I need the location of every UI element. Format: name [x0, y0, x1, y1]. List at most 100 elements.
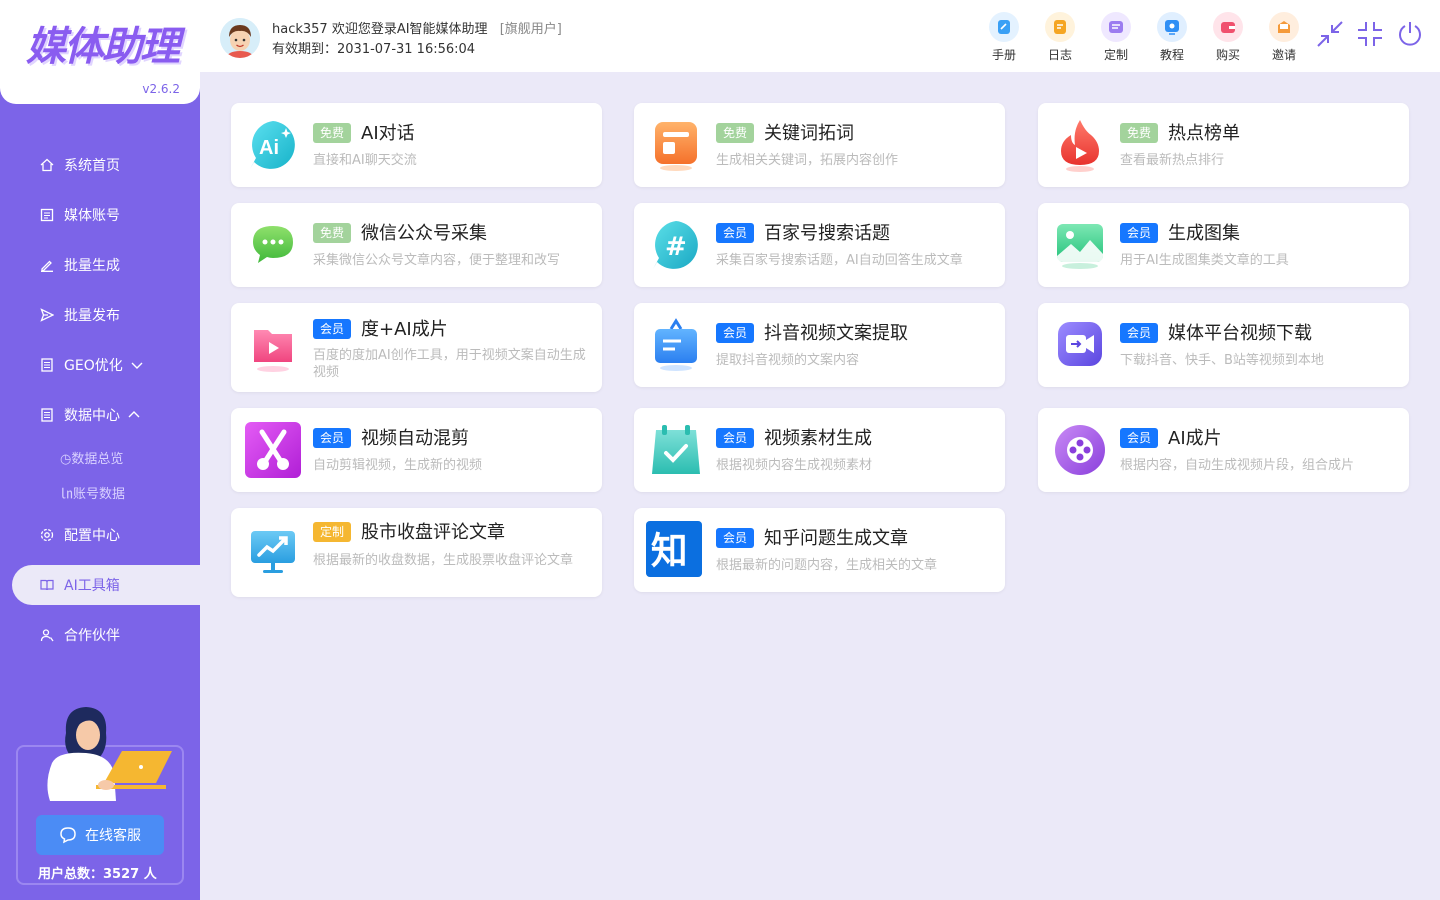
card-description: 采集微信公众号文章内容，便于整理和改写	[313, 253, 561, 268]
sidebar-item-label: 批量生成	[64, 258, 120, 274]
card-title: 热点榜单	[1168, 123, 1240, 144]
card-title: AI成片	[1168, 428, 1222, 449]
online-support-button[interactable]: 在线客服	[36, 815, 164, 855]
sidebar-item-media-account[interactable]: 媒体账号	[0, 190, 200, 240]
tool-card-douyin-extract[interactable]: 会员 抖音视频文案提取 提取抖音视频的文案内容	[634, 303, 1005, 387]
logo-area: 媒体助理 v2.6.2	[0, 0, 200, 104]
card-title: 抖音视频文案提取	[764, 323, 908, 344]
edit-icon	[41, 260, 53, 272]
toolbar-custom[interactable]: 定制	[1088, 12, 1144, 63]
ai-chat-icon: Ai	[245, 117, 301, 173]
gear-icon	[40, 528, 54, 542]
film-reel-icon	[1052, 422, 1108, 478]
sidebar-item-geo[interactable]: GEO优化	[0, 340, 200, 390]
card-description: 直接和AI聊天交流	[313, 153, 417, 168]
member-badge: 会员	[716, 223, 755, 243]
tool-card-keyword[interactable]: 免费 关键词拓词 生成相关关键词，拓展内容创作	[634, 103, 1005, 187]
toolbar-invite[interactable]: 邀请	[1256, 12, 1312, 63]
support-card: 在线客服 用户总数：3527 人	[16, 707, 184, 885]
image-icon	[1052, 217, 1108, 273]
tool-card-stock-review[interactable]: 定制 股市收盘评论文章 根据最新的收盘数据，生成股票收盘评论文章	[231, 508, 602, 597]
user-count: 用户总数：3527 人	[38, 867, 157, 882]
tool-card-zhihu[interactable]: 知 会员 知乎问题生成文章 根据最新的问题内容，生成相关的文章	[634, 508, 1005, 592]
toolbar-log[interactable]: 日志	[1032, 12, 1088, 63]
chevron-up-icon	[128, 411, 140, 418]
member-badge: 会员	[1120, 428, 1159, 448]
tool-card-video-material[interactable]: 会员 视频素材生成 根据视频内容生成视频素材	[634, 408, 1005, 492]
card-description: 生成相关关键词，拓展内容创作	[716, 153, 899, 168]
tool-card-video-download[interactable]: 会员 媒体平台视频下载 下载抖音、快手、B站等视频到本地	[1038, 303, 1409, 387]
invite-icon	[1269, 12, 1299, 42]
stock-chart-icon	[245, 524, 301, 580]
shrink-window-icon[interactable]	[1356, 20, 1384, 48]
home-icon	[40, 158, 54, 172]
toolbar-label: 购买	[1215, 48, 1240, 62]
toolbar-label: 邀请	[1271, 48, 1296, 62]
sidebar-item-label: GEO优化	[64, 358, 123, 374]
avatar-image	[220, 18, 260, 58]
hot-list-icon	[1052, 117, 1108, 173]
tool-card-ai-film[interactable]: 会员 AI成片 根据内容，自动生成视频片段，组合成片	[1038, 408, 1409, 492]
card-title: 百家号搜索话题	[764, 223, 890, 244]
sidebar-item-ai-toolbox[interactable]: AI工具箱	[12, 565, 200, 605]
svg-text:#: #	[665, 232, 687, 262]
sidebar-item-config[interactable]: 配置中心	[0, 510, 200, 560]
card-description: 用于AI生成图集类文章的工具	[1120, 253, 1289, 268]
avatar[interactable]	[220, 18, 260, 58]
custom-badge: 定制	[313, 522, 352, 542]
card-title: 关键词拓词	[764, 123, 854, 144]
tool-card-auto-mix[interactable]: 会员 视频自动混剪 自动剪辑视频，生成新的视频	[231, 408, 602, 492]
sidebar-item-label: 合作伙伴	[64, 628, 120, 644]
version-label: v2.6.2	[142, 82, 180, 96]
toolbar-manual[interactable]: 手册	[976, 12, 1032, 63]
toolbar-buy[interactable]: 购买	[1200, 12, 1256, 63]
free-badge: 免费	[716, 123, 755, 143]
tool-card-wechat[interactable]: 免费 微信公众号采集 采集微信公众号文章内容，便于整理和改写	[231, 203, 602, 287]
tool-card-duplus[interactable]: 会员 度+AI成片 百度的度加AI创作工具，用于视频文案自动生成视频	[231, 303, 602, 392]
card-description: 百度的度加AI创作工具，用于视频文案自动生成视频	[313, 348, 586, 380]
manual-icon	[989, 12, 1019, 42]
log-icon	[1045, 12, 1075, 42]
custom-icon	[1101, 12, 1131, 42]
sidebar-item-batch-generate[interactable]: 批量生成	[0, 240, 200, 290]
zhihu-icon: 知	[646, 521, 702, 577]
tool-card-image-gallery[interactable]: 会员 生成图集 用于AI生成图集类文章的工具	[1038, 203, 1409, 287]
member-badge: 会员	[1120, 323, 1159, 343]
card-title: 知乎问题生成文章	[764, 528, 908, 549]
card-description: 根据视频内容生成视频素材	[716, 458, 873, 473]
buy-icon	[1213, 12, 1243, 42]
user-greeting: hack357 欢迎您登录AI智能媒体助理 [旗舰用户]	[272, 18, 562, 37]
sidebar-item-label: 数据中心	[64, 408, 120, 424]
account-icon	[40, 208, 54, 222]
card-description: 根据最新的问题内容，生成相关的文章	[716, 558, 938, 573]
power-icon[interactable]	[1396, 20, 1424, 48]
card-title: 度+AI成片	[361, 319, 448, 340]
sidebar-item-partners[interactable]: 合作伙伴	[0, 610, 200, 660]
sidebar-item-label: 批量发布	[64, 308, 120, 324]
sidebar-item-label: 媒体账号	[64, 208, 120, 224]
toolbar-tutorial[interactable]: 教程	[1144, 12, 1200, 63]
sidebar-item-batch-publish[interactable]: 批量发布	[0, 290, 200, 340]
member-badge: 会员	[313, 319, 352, 339]
calendar-check-icon	[648, 422, 704, 478]
app-logo: 媒体助理	[26, 24, 180, 70]
sidebar-sub-data-overview[interactable]: ◷数据总览	[0, 440, 200, 475]
tool-card-baijiahao[interactable]: # 会员 百家号搜索话题 采集百家号搜索话题，AI自动回答生成文章	[634, 203, 1005, 287]
wechat-icon	[245, 217, 301, 273]
sidebar-sub-account-data[interactable]: ㏑账号数据	[0, 475, 200, 510]
card-title: AI对话	[361, 123, 415, 144]
collapse-window-icon[interactable]	[1316, 20, 1344, 48]
svg-text:知: 知	[651, 529, 688, 572]
sidebar-item-home[interactable]: 系统首页	[0, 140, 200, 190]
card-description: 采集百家号搜索话题，AI自动回答生成文章	[716, 253, 963, 268]
toolbar-label: 手册	[991, 48, 1016, 62]
sidebar-item-data-center[interactable]: 数据中心	[0, 390, 200, 440]
member-badge: 会员	[716, 323, 755, 343]
card-description: 查看最新热点排行	[1120, 153, 1225, 168]
tool-card-ai-chat[interactable]: Ai 免费 AI对话 直接和AI聊天交流	[231, 103, 602, 187]
tool-card-hot-list[interactable]: 免费 热点榜单 查看最新热点排行	[1038, 103, 1409, 187]
free-badge: 免费	[313, 223, 352, 243]
expiry-text: 有效期到：2031-07-31 16:56:04	[272, 42, 476, 57]
hashtag-icon: #	[648, 217, 704, 273]
sidebar-item-label: 系统首页	[64, 158, 120, 174]
